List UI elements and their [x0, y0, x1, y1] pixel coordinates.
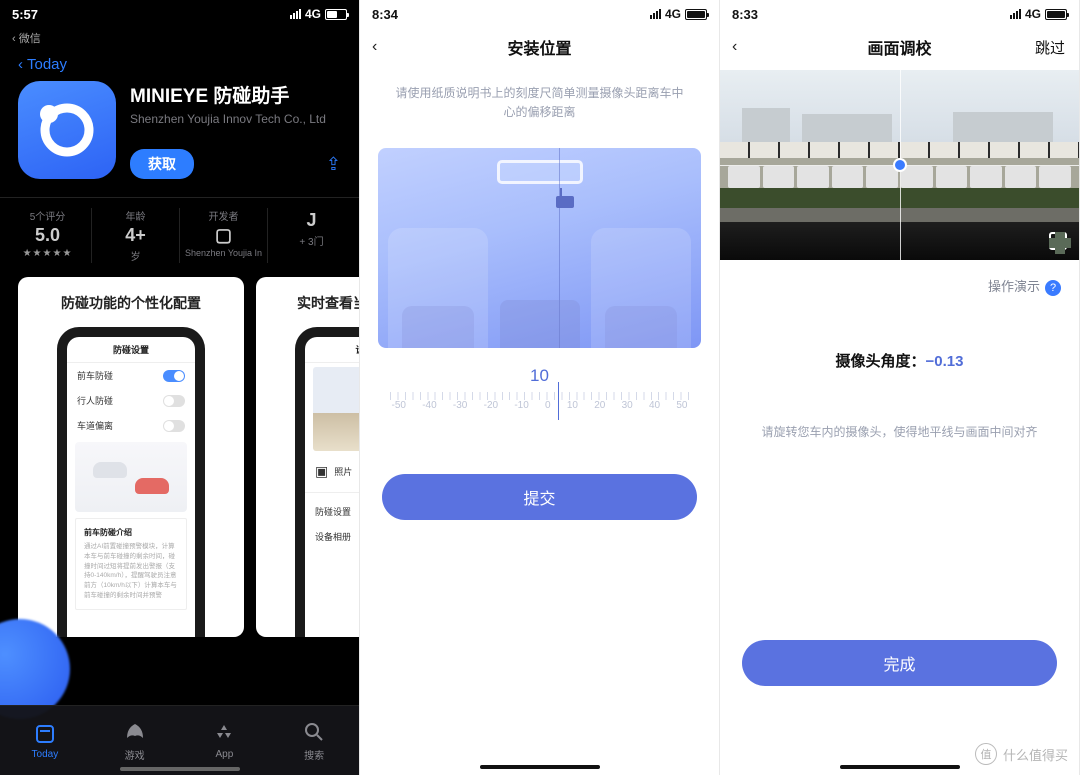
- camera-preview[interactable]: [720, 70, 1079, 260]
- app-info-row[interactable]: 5个评分 5.0 ★★★★★ 年龄 4+ 岁 开发者 ▢ Shenzhen Yo…: [0, 208, 359, 277]
- divider: [0, 197, 359, 198]
- status-bar: 8:33 4G: [720, 0, 1079, 28]
- rearview-mirror-icon: [497, 160, 583, 184]
- back-today[interactable]: ‹ Today: [0, 56, 359, 73]
- tab-games[interactable]: 游戏: [90, 706, 180, 775]
- page-title: 安装位置: [507, 35, 571, 59]
- done-button[interactable]: 完成: [742, 640, 1057, 686]
- battery-icon: [685, 9, 707, 20]
- tab-bar: Today 游戏 App 搜索: [0, 705, 359, 775]
- ruler-value: 10: [390, 366, 690, 386]
- chevron-left-icon: ‹: [18, 56, 23, 73]
- app-icon[interactable]: [18, 81, 116, 179]
- status-time: 8:33: [732, 7, 758, 22]
- hint-text: 请旋转您车内的摄像头，使得地平线与画面中间对齐: [720, 423, 1079, 440]
- phone-install-position: 8:34 4G ‹ 安装位置 请使用纸质说明书上的刻度尺简单测量摄像头距离车中心…: [360, 0, 720, 775]
- app-title: MINIEYE 防碰助手: [130, 81, 341, 108]
- home-indicator[interactable]: [480, 765, 600, 769]
- fullscreen-icon[interactable]: [1049, 232, 1067, 250]
- intro-text: 请使用纸质说明书上的刻度尺简单测量摄像头距离车中心的偏移距离: [360, 66, 719, 130]
- page-title: 画面调校: [867, 35, 931, 59]
- battery-icon: [1045, 9, 1067, 20]
- battery-icon: [325, 9, 347, 20]
- screenshots[interactable]: 防碰功能的个性化配置 防碰设置 前车防碰 行人防碰 车道偏离 前车防碰介绍通过A…: [0, 277, 359, 637]
- share-icon[interactable]: ⇪: [326, 154, 341, 175]
- phone-appstore: 5:57 4G ‹ 微信 ‹ Today MINIEYE 防碰助手 Shenzh…: [0, 0, 360, 775]
- tab-today[interactable]: Today: [0, 706, 90, 775]
- help-icon: ?: [1045, 280, 1061, 296]
- status-bar: 5:57 4G: [0, 0, 359, 28]
- signal-icon: [290, 9, 301, 19]
- info-age: 年龄 4+ 岁: [92, 208, 180, 263]
- phone-calibration: 8:33 4G ‹ 画面调校 跳过 操作演示? 摄像头角度：−0.13 请旋转您…: [720, 0, 1080, 775]
- ruler-pointer-icon: [558, 382, 559, 420]
- skip-button[interactable]: 跳过: [1035, 37, 1065, 58]
- camera-angle: 摄像头角度：−0.13: [720, 350, 1079, 371]
- nav-bar: ‹ 安装位置: [360, 28, 719, 66]
- tab-search[interactable]: 搜索: [269, 706, 359, 775]
- back-button[interactable]: ‹: [732, 38, 737, 56]
- center-target-icon: [893, 158, 907, 172]
- info-dev: 开发者 ▢ Shenzhen Youjia In: [180, 208, 268, 263]
- watermark: 值 什么值得买: [975, 743, 1068, 765]
- app-subtitle: Shenzhen Youjia Innov Tech Co., Ltd: [130, 112, 341, 128]
- breadcrumb[interactable]: ‹ 微信: [0, 28, 359, 56]
- get-button[interactable]: 获取: [130, 149, 194, 179]
- home-indicator[interactable]: [120, 767, 240, 771]
- info-rating: 5个评分 5.0 ★★★★★: [4, 208, 92, 263]
- watermark-icon: 值: [975, 743, 997, 765]
- screenshot-2: 实时查看当前画面/回放 设备 A ▣照片 防碰设置 设备相册: [256, 277, 360, 637]
- back-button[interactable]: ‹: [372, 38, 377, 56]
- info-more: J + 3门: [268, 208, 355, 263]
- home-indicator[interactable]: [840, 765, 960, 769]
- offset-ruler[interactable]: 10 -50-40-30-20-1001020304050: [390, 366, 690, 428]
- tab-apps[interactable]: App: [180, 706, 270, 775]
- network-label: 4G: [305, 7, 321, 21]
- status-time: 5:57: [12, 7, 38, 22]
- car-interior-illustration: [378, 148, 701, 348]
- status-time: 8:34: [372, 7, 398, 22]
- status-bar: 8:34 4G: [360, 0, 719, 28]
- person-icon: ▢: [184, 225, 263, 246]
- nav-bar: ‹ 画面调校 跳过: [720, 28, 1079, 66]
- submit-button[interactable]: 提交: [382, 474, 697, 520]
- screenshot-1: 防碰功能的个性化配置 防碰设置 前车防碰 行人防碰 车道偏离 前车防碰介绍通过A…: [18, 277, 244, 637]
- signal-icon: [650, 9, 661, 19]
- app-hero: MINIEYE 防碰助手 Shenzhen Youjia Innov Tech …: [0, 73, 359, 181]
- signal-icon: [1010, 9, 1021, 19]
- demo-link[interactable]: 操作演示?: [720, 260, 1079, 296]
